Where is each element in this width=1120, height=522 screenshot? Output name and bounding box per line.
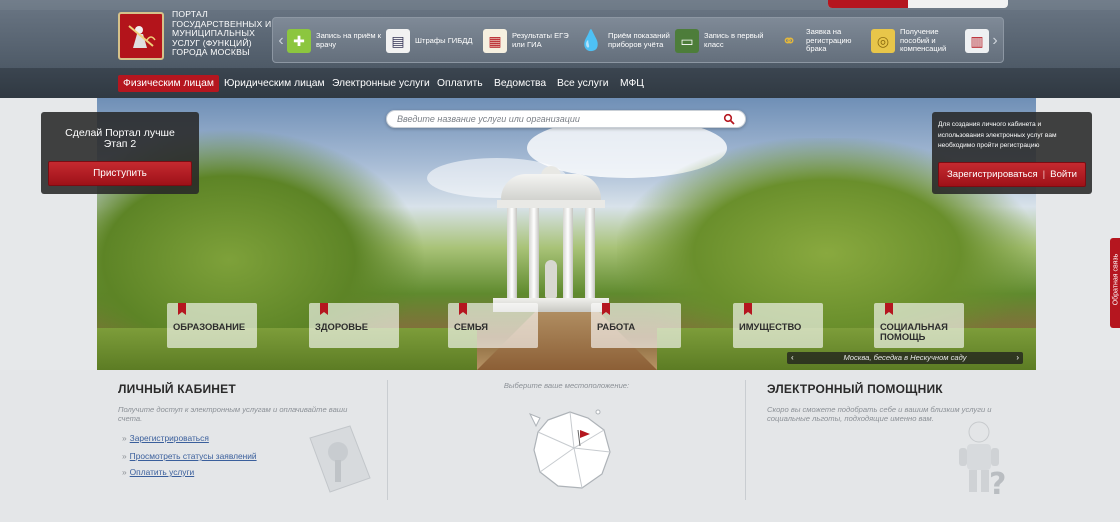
rotunda-dome (501, 174, 601, 202)
service-search (386, 110, 746, 128)
feedback-label: Обратная связь (1112, 253, 1120, 306)
photo-caption: Москва, беседка в Нескучном саду (843, 353, 967, 362)
top-header: ПОРТАЛ ГОСУДАРСТВЕННЫХ И МУНИЦИПАЛЬНЫХ У… (0, 0, 1120, 68)
moscow-map-icon[interactable] (518, 400, 628, 500)
search-input[interactable] (397, 112, 717, 126)
feedback-tab[interactable]: Обратная связь (1110, 238, 1120, 328)
quick-link-fines[interactable]: ▤ Штрафы ГИБДД (386, 22, 482, 60)
quick-link-label: Запись на приём к врачу (316, 31, 382, 49)
svg-text:?: ? (989, 467, 1006, 498)
caption-next-icon[interactable]: › (1016, 352, 1019, 364)
nav-item-pay[interactable]: Оплатить (432, 75, 488, 92)
top-strip (828, 0, 1008, 8)
quick-link-first-grade[interactable]: ▭ Запись в первый класс (675, 22, 775, 60)
category-social-help[interactable]: СОЦИАЛЬНАЯ ПОМОЩЬ (874, 303, 964, 348)
nav-item-individuals[interactable]: Физическим лицам (118, 75, 219, 92)
improve-portal-stage: Этап 2 (103, 138, 137, 150)
key-card-icon (309, 425, 371, 493)
rotunda-ring (497, 200, 605, 208)
rotunda-column (507, 208, 517, 300)
cabinet-title: ЛИЧНЫЙ КАБИНЕТ (118, 382, 236, 396)
quick-link-exams[interactable]: ▦ Результаты ЕГЭ или ГИА (483, 22, 579, 60)
category-label: ОБРАЗОВАНИЕ (173, 321, 246, 332)
quick-link-label: Запись в первый класс (704, 31, 764, 49)
search-icon[interactable] (723, 113, 735, 125)
quick-link-label: Штрафы ГИБДД (415, 35, 473, 45)
rotunda-column (563, 208, 573, 300)
bookmark-icon (885, 303, 893, 315)
category-family[interactable]: СЕМЬЯ (448, 303, 538, 348)
wedding-rings-icon: ⚭ (781, 30, 797, 51)
bookmark-icon (744, 303, 752, 315)
quick-services-bar: ‹ ✚ Запись на приём к врачу ▤ Штрафы ГИБ… (272, 17, 1004, 63)
portal-title-line: ГОРОДА МОСКВЫ (172, 47, 250, 58)
improve-portal-panel: Сделай Портал лучше Этап 2 Приступить (41, 112, 199, 194)
quick-link-label: Результаты ЕГЭ или ГИА (512, 31, 569, 49)
quick-link-benefits[interactable]: ◎ Получение пособий и компенсаций (871, 22, 965, 60)
column-divider (745, 380, 746, 500)
bookmark-icon (459, 303, 467, 315)
main-nav: Физическим лицам Юридическим лицам Элект… (0, 68, 1120, 98)
category-work[interactable]: РАБОТА (591, 303, 681, 348)
caption-prev-icon[interactable]: ‹ (791, 352, 794, 364)
assistant-title: ЭЛЕКТРОННЫЙ ПОМОЩНИК (767, 382, 943, 396)
document-icon: ▥ (965, 29, 989, 53)
nav-item-legal-entities[interactable]: Юридическим лицам (219, 75, 330, 92)
school-board-icon: ▭ (675, 29, 699, 53)
rotunda-pavilion (493, 166, 609, 314)
quick-link-meters[interactable]: 💧 Приём показаний приборов учёта (579, 22, 675, 60)
quick-link-documents[interactable]: ▥ (965, 22, 991, 60)
bookmark-icon (320, 303, 328, 315)
quick-link-label: Приём показаний приборов учёта (608, 31, 670, 49)
traffic-fine-icon: ▤ (386, 29, 410, 53)
register-link[interactable]: Зарегистрироваться (122, 433, 209, 443)
photo-caption-bar: Москва, беседка в Нескучном саду ‹ › (787, 352, 1023, 364)
nav-item-mfc[interactable]: МФЦ (615, 75, 649, 92)
category-label: РАБОТА (597, 321, 636, 332)
category-label: ЗДОРОВЬЕ (315, 321, 369, 332)
water-drop-icon: 💧 (578, 29, 604, 52)
quick-link-label: Получение пособий и компенсаций (900, 27, 947, 54)
category-label: СОЦИАЛЬНАЯ ПОМОЩЬ (880, 321, 948, 342)
nav-item-departments[interactable]: Ведомства (489, 75, 551, 92)
nav-item-e-services[interactable]: Электронные услуги (327, 75, 435, 92)
exam-results-icon: ▦ (483, 29, 507, 53)
rotunda-column (585, 208, 595, 300)
login-button[interactable]: Войти (1050, 169, 1077, 180)
category-health[interactable]: ЗДОРОВЬЕ (309, 303, 399, 348)
auth-separator: | (1042, 169, 1046, 180)
nav-item-all-services[interactable]: Все услуги (552, 75, 613, 92)
pay-services-link[interactable]: Оплатить услуги (122, 467, 195, 477)
quick-prev-arrow-icon[interactable]: ‹ (275, 18, 287, 64)
statuses-link[interactable]: Просмотреть статусы заявлений (122, 451, 257, 461)
location-label: Выберите ваше местоположение: (503, 381, 630, 390)
bookmark-icon (178, 303, 186, 315)
category-label: СЕМЬЯ (454, 321, 488, 332)
coins-icon: ◎ (871, 29, 895, 53)
coat-of-arms-icon (128, 25, 156, 48)
registration-hint: Для создания личного кабинета и использо… (938, 121, 1057, 149)
category-label: ИМУЩЕСТВО (739, 321, 802, 332)
quick-next-arrow-icon[interactable]: › (989, 18, 1001, 64)
quick-link-marriage[interactable]: ⚭ Заявка на регистрацию брака (777, 22, 871, 60)
rotunda-column (529, 208, 539, 300)
medical-cross-icon: ✚ (287, 29, 311, 53)
quick-link-doctor[interactable]: ✚ Запись на приём к врачу (287, 22, 387, 60)
quick-link-label: Заявка на регистрацию брака (806, 27, 852, 54)
portal-title[interactable]: ПОРТАЛ ГОСУДАРСТВЕННЫХ И МУНИЦИПАЛЬНЫХ У… (172, 9, 272, 58)
moscow-emblem-logo[interactable] (118, 12, 164, 60)
lawn-left (97, 328, 477, 370)
register-button[interactable]: Зарегистрироваться (947, 169, 1038, 180)
category-education[interactable]: ОБРАЗОВАНИЕ (167, 303, 257, 348)
improve-portal-title: Сделай Портал лучше Этап 2 (41, 128, 199, 150)
rotunda-statue (545, 260, 557, 298)
start-button[interactable]: Приступить (48, 161, 192, 186)
auth-button-group: Зарегистрироваться | Войти (938, 162, 1086, 187)
top-strip-accent (828, 0, 908, 8)
bookmark-icon (602, 303, 610, 315)
column-divider (387, 380, 388, 500)
helper-robot-icon: ? (959, 421, 1006, 498)
category-property[interactable]: ИМУЩЕСТВО (733, 303, 823, 348)
registration-panel: Для создания личного кабинета и использо… (932, 112, 1092, 194)
